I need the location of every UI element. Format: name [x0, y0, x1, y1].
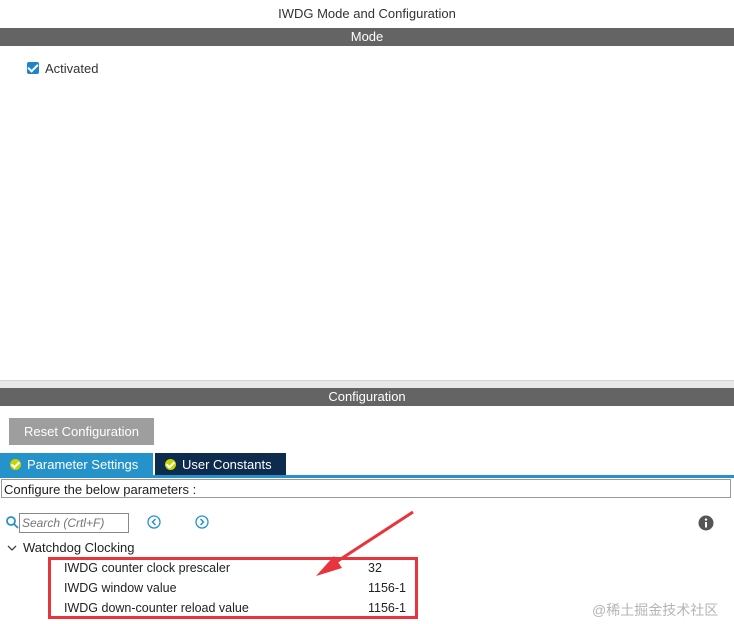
- chevron-down-icon[interactable]: [7, 543, 17, 553]
- info-icon[interactable]: [698, 515, 714, 531]
- tab-parameter-settings[interactable]: Parameter Settings: [0, 453, 153, 475]
- prev-arrow-icon[interactable]: [147, 515, 161, 529]
- configure-instructions: Configure the below parameters :: [1, 479, 731, 498]
- search-input[interactable]: [19, 513, 129, 533]
- tab-label: Parameter Settings: [27, 456, 139, 472]
- tab-label: User Constants: [182, 456, 272, 472]
- group-watchdog-clocking[interactable]: Watchdog Clocking: [23, 540, 135, 556]
- highlight-box: [48, 557, 418, 619]
- activated-label: Activated: [45, 60, 99, 76]
- search-icon[interactable]: [5, 515, 19, 529]
- window-title: IWDG Mode and Configuration: [278, 6, 456, 21]
- mode-header: Mode: [0, 28, 734, 46]
- config-tabs: Parameter Settings User Constants: [0, 453, 286, 475]
- tab-user-constants[interactable]: User Constants: [155, 453, 286, 475]
- reset-configuration-button[interactable]: Reset Configuration: [9, 418, 154, 445]
- check-circle-icon: [10, 458, 21, 470]
- configuration-header: Configuration: [0, 388, 734, 406]
- check-circle-icon: [165, 458, 176, 470]
- tab-underline: [0, 475, 734, 478]
- checkbox-icon[interactable]: [27, 62, 39, 74]
- next-arrow-icon[interactable]: [195, 515, 209, 529]
- activated-checkbox-row[interactable]: Activated: [27, 60, 98, 76]
- watermark: @稀土掘金技术社区: [592, 602, 719, 618]
